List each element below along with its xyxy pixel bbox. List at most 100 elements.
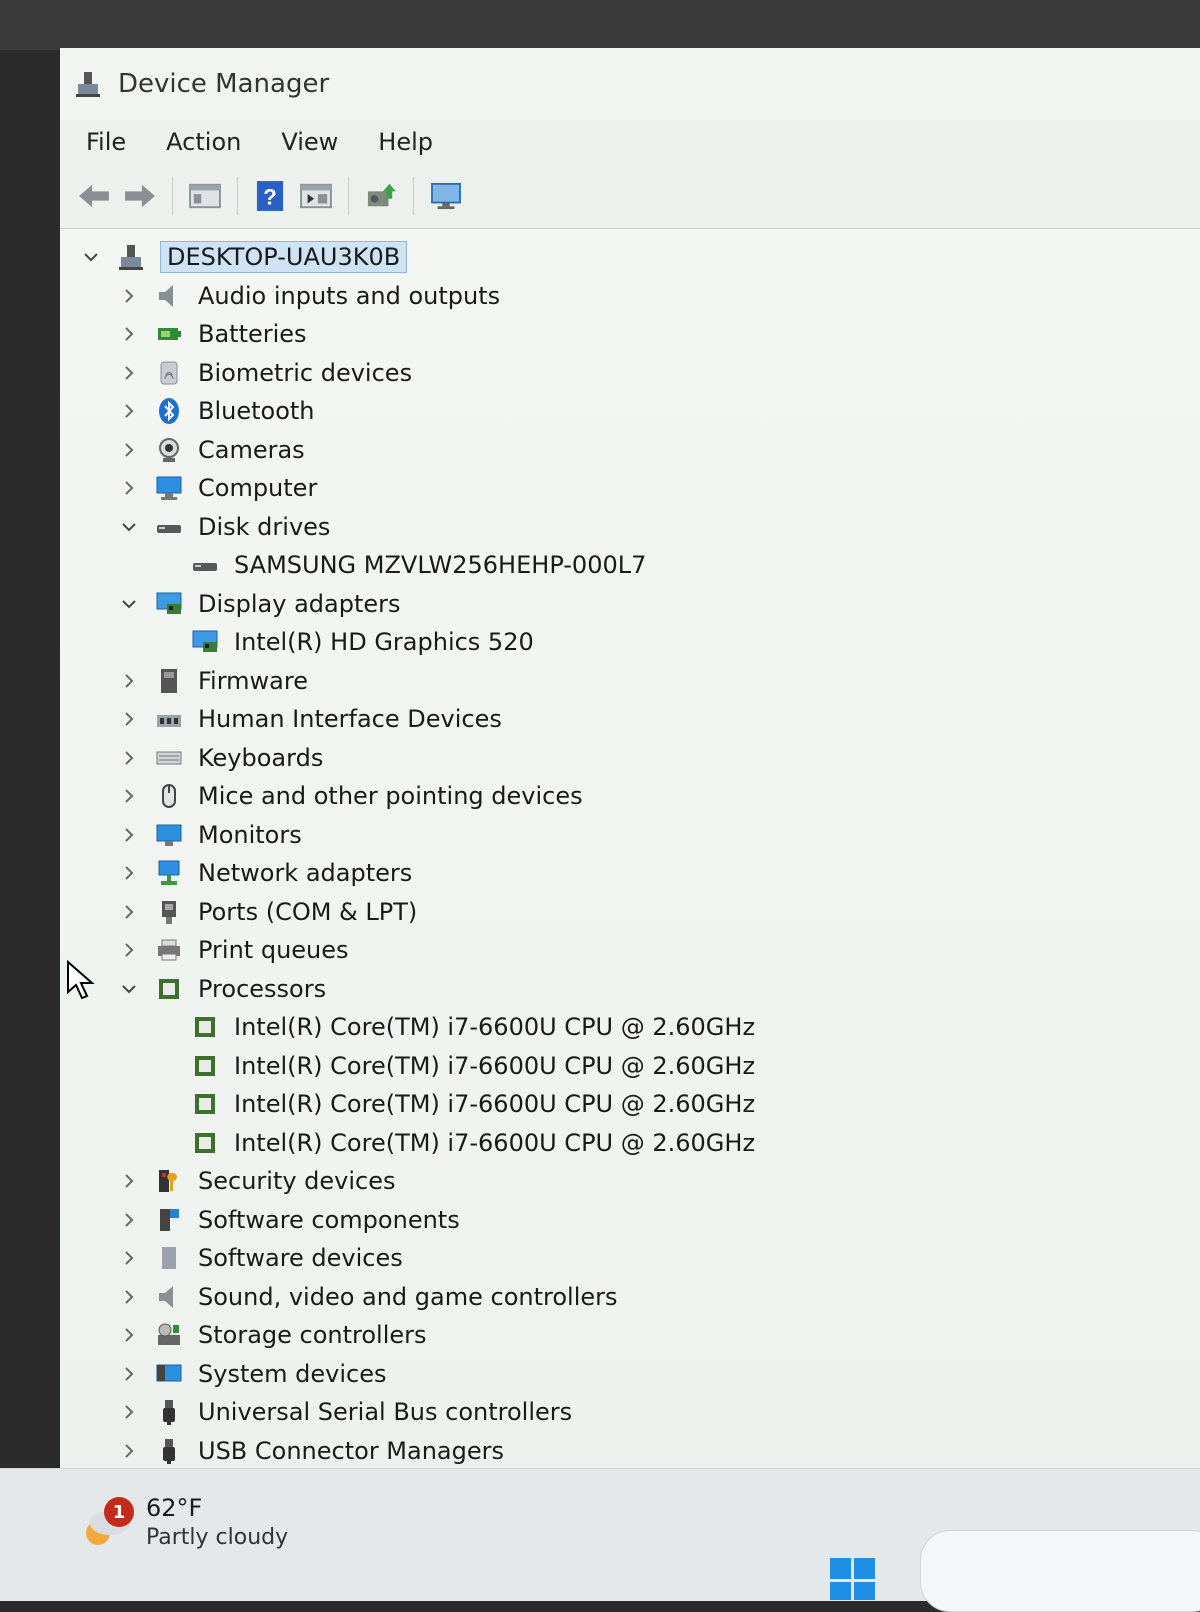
- tree-expander[interactable]: [118, 862, 140, 884]
- tree-category[interactable]: Biometric devices: [60, 354, 1200, 393]
- windows-start-icon[interactable]: [828, 1540, 878, 1600]
- menu-action[interactable]: Action: [164, 124, 243, 160]
- chevron-down-icon: [122, 523, 136, 532]
- tree-expander[interactable]: [118, 708, 140, 730]
- tree-category[interactable]: Disk drives: [60, 508, 1200, 547]
- tree-category[interactable]: Print queues: [60, 931, 1200, 970]
- tree-category[interactable]: Firmware: [60, 662, 1200, 701]
- tree-expander[interactable]: [118, 362, 140, 384]
- tree-category[interactable]: Human Interface Devices: [60, 700, 1200, 739]
- tree-category[interactable]: Batteries: [60, 315, 1200, 354]
- tree-expander[interactable]: [118, 1363, 140, 1385]
- tree-category[interactable]: Monitors: [60, 816, 1200, 855]
- category-icon: [154, 1243, 184, 1273]
- tree-expander[interactable]: [118, 593, 140, 615]
- category-icon: [154, 396, 184, 426]
- view-button[interactable]: [296, 176, 336, 216]
- tree-category[interactable]: Software components: [60, 1201, 1200, 1240]
- tree-category[interactable]: Mice and other pointing devices: [60, 777, 1200, 816]
- help-button[interactable]: ?: [250, 176, 290, 216]
- tree-expander[interactable]: [118, 901, 140, 923]
- tree-expander[interactable]: [118, 285, 140, 307]
- device-manager-icon: [74, 70, 102, 98]
- tree-device[interactable]: SAMSUNG MZVLW256HEHP-000L7: [60, 546, 1200, 585]
- tree-expander[interactable]: [118, 978, 140, 1000]
- tree-category-label: Network adapters: [198, 859, 413, 888]
- category-icon: [154, 704, 184, 734]
- tree-expander[interactable]: [118, 939, 140, 961]
- back-button[interactable]: [74, 176, 114, 216]
- tree-category[interactable]: Keyboards: [60, 739, 1200, 778]
- tree-expander[interactable]: [118, 1401, 140, 1423]
- forward-button[interactable]: [120, 176, 160, 216]
- tree-category[interactable]: Sound, video and game controllers: [60, 1278, 1200, 1317]
- tree-category[interactable]: System devices: [60, 1355, 1200, 1394]
- properties-icon: [189, 183, 221, 209]
- tree-category[interactable]: Universal Serial Bus controllers: [60, 1393, 1200, 1432]
- tree-device-label: Intel(R) Core(TM) i7-6600U CPU @ 2.60GHz: [234, 1090, 756, 1119]
- tree-category[interactable]: Cameras: [60, 431, 1200, 470]
- chevron-right-icon: [125, 751, 134, 765]
- notification-badge: 1: [104, 1497, 134, 1527]
- tree-category-label: Bluetooth: [198, 397, 315, 426]
- tree-device-label: Intel(R) Core(TM) i7-6600U CPU @ 2.60GHz: [234, 1051, 756, 1080]
- menu-help[interactable]: Help: [376, 124, 435, 160]
- tree-expander[interactable]: [118, 670, 140, 692]
- tree-expander[interactable]: [118, 1209, 140, 1231]
- tree-category[interactable]: Ports (COM & LPT): [60, 893, 1200, 932]
- tree-expander[interactable]: [118, 824, 140, 846]
- weather-temperature: 62°F: [146, 1494, 203, 1522]
- system-icon: [156, 1364, 182, 1382]
- tree-root-label: DESKTOP-UAU3K0B: [160, 241, 408, 274]
- device-icon: [190, 1051, 220, 1081]
- category-icon: [154, 1320, 184, 1350]
- chevron-right-icon: [125, 1290, 134, 1304]
- monitor-icon: [156, 824, 182, 846]
- tree-device[interactable]: Intel(R) Core(TM) i7-6600U CPU @ 2.60GHz: [60, 1124, 1200, 1163]
- software-device-icon: [162, 1247, 176, 1270]
- tree-category[interactable]: Display adapters: [60, 585, 1200, 624]
- tree-category[interactable]: Audio inputs and outputs: [60, 277, 1200, 316]
- tree-expander[interactable]: [118, 1247, 140, 1269]
- chevron-right-icon: [125, 1174, 134, 1188]
- tree-category[interactable]: Security devices: [60, 1162, 1200, 1201]
- scan-hardware-button[interactable]: [426, 176, 466, 216]
- battery-icon: [158, 328, 181, 341]
- tree-expander[interactable]: [118, 516, 140, 538]
- device-icon: [190, 1012, 220, 1042]
- menu-file[interactable]: File: [84, 124, 128, 160]
- menu-view[interactable]: View: [279, 124, 340, 160]
- tree-expander[interactable]: [118, 477, 140, 499]
- tree-root-node[interactable]: DESKTOP-UAU3K0B: [60, 238, 1200, 277]
- tree-category[interactable]: Network adapters: [60, 854, 1200, 893]
- tree-expander[interactable]: [118, 1440, 140, 1462]
- device-icon: [190, 550, 220, 580]
- tree-category-label: Biometric devices: [198, 358, 413, 387]
- tree-category[interactable]: Processors: [60, 970, 1200, 1009]
- tree-expander[interactable]: [118, 439, 140, 461]
- tree-expander[interactable]: [118, 323, 140, 345]
- tree-expander[interactable]: [80, 246, 102, 268]
- tree-category[interactable]: USB Connector Managers: [60, 1432, 1200, 1469]
- tree-device[interactable]: Intel(R) HD Graphics 520: [60, 623, 1200, 662]
- tree-device[interactable]: Intel(R) Core(TM) i7-6600U CPU @ 2.60GHz: [60, 1047, 1200, 1086]
- chevron-right-icon: [125, 905, 134, 919]
- weather-widget[interactable]: 1 62°F Partly cloudy: [80, 1493, 288, 1553]
- properties-button[interactable]: [185, 176, 225, 216]
- tree-category[interactable]: Computer: [60, 469, 1200, 508]
- tree-expander[interactable]: [118, 1286, 140, 1308]
- tree-category[interactable]: Software devices: [60, 1239, 1200, 1278]
- tree-device[interactable]: Intel(R) Core(TM) i7-6600U CPU @ 2.60GHz: [60, 1008, 1200, 1047]
- tree-expander[interactable]: [118, 400, 140, 422]
- update-driver-button[interactable]: [361, 176, 401, 216]
- tree-device[interactable]: Intel(R) Core(TM) i7-6600U CPU @ 2.60GHz: [60, 1085, 1200, 1124]
- tree-expander[interactable]: [118, 747, 140, 769]
- tree-expander[interactable]: [118, 1170, 140, 1192]
- processor-icon: [195, 1017, 215, 1038]
- tree-expander[interactable]: [118, 1324, 140, 1346]
- tree-expander[interactable]: [118, 785, 140, 807]
- category-icon: [154, 435, 184, 465]
- tree-category[interactable]: Storage controllers: [60, 1316, 1200, 1355]
- toolbar-separator: [172, 177, 173, 215]
- tree-category[interactable]: Bluetooth: [60, 392, 1200, 431]
